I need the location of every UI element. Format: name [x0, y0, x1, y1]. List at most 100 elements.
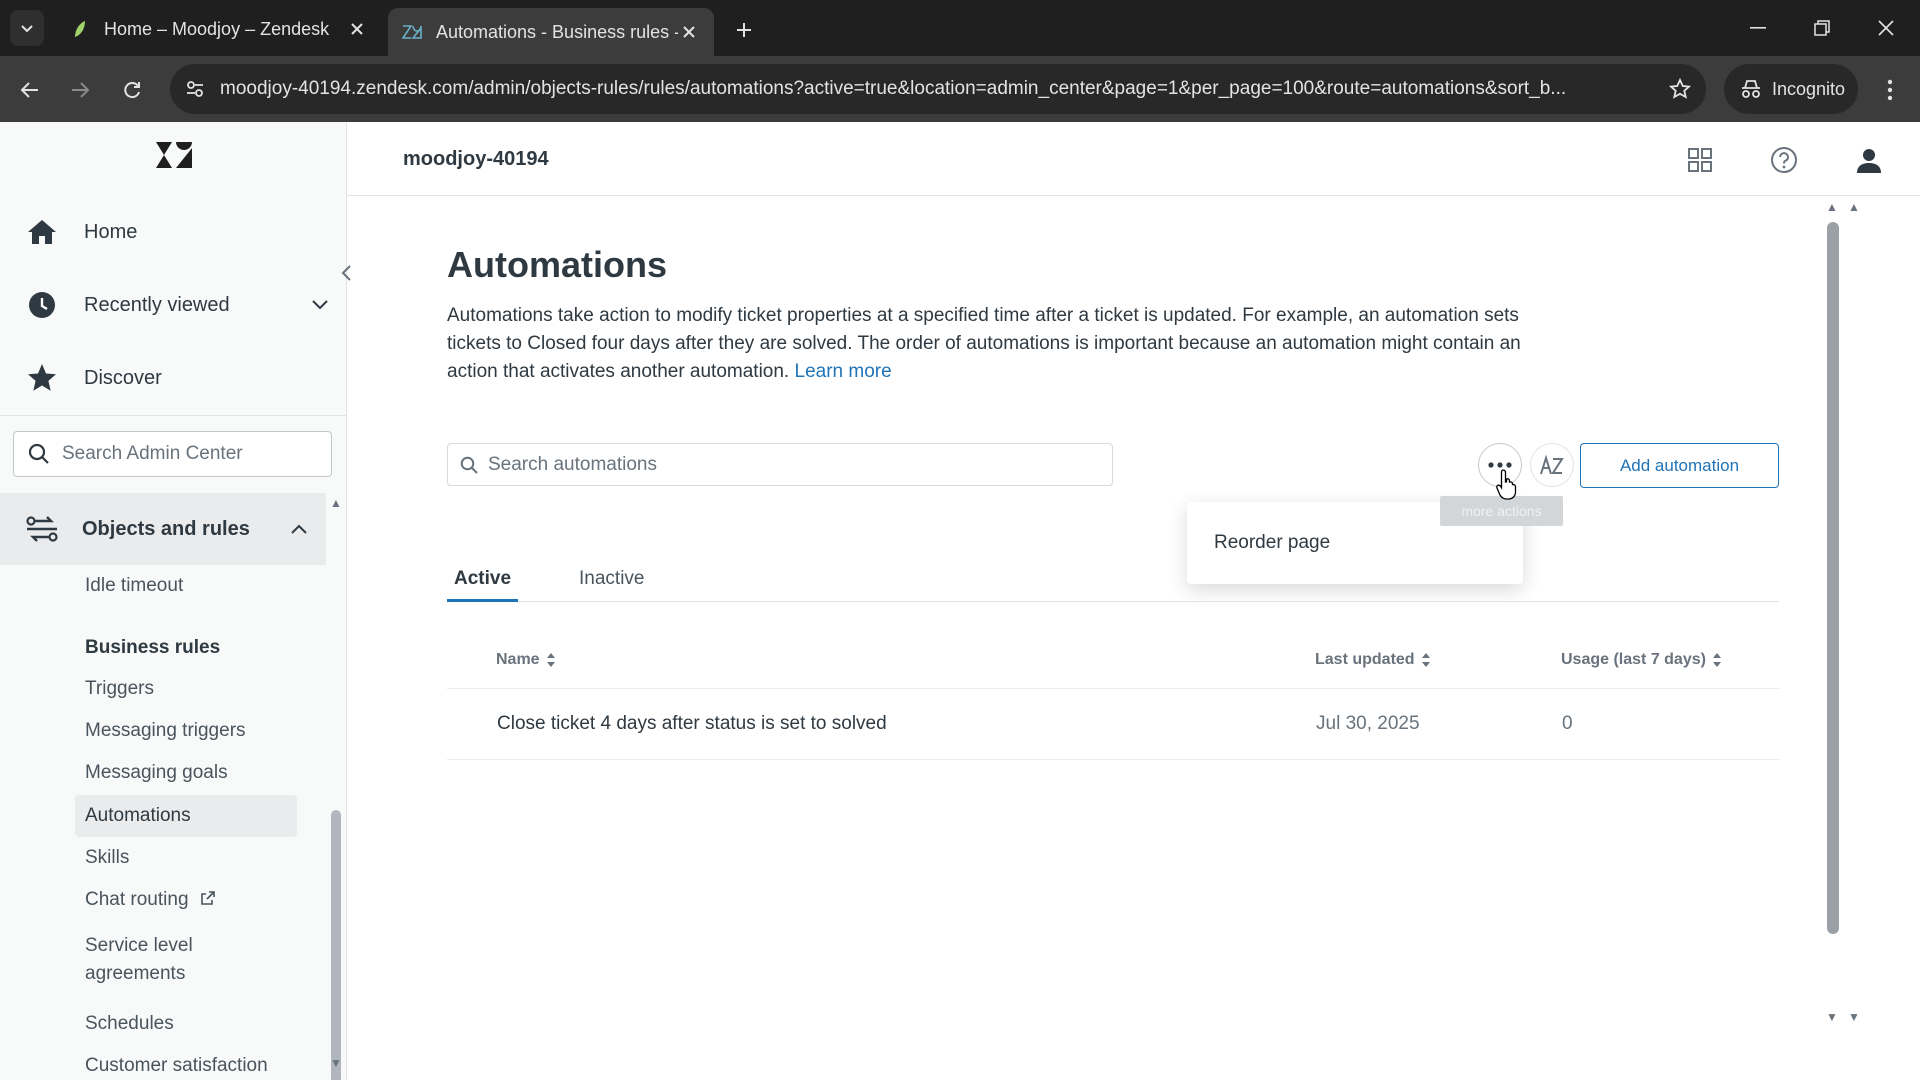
address-bar[interactable]: moodjoy-40194.zendesk.com/admin/objects-… — [170, 64, 1706, 114]
column-label: Usage (last 7 days) — [1561, 651, 1706, 668]
url-text[interactable]: moodjoy-40194.zendesk.com/admin/objects-… — [220, 78, 1654, 100]
column-label: Last updated — [1315, 651, 1415, 668]
sidebar-item-idle-timeout[interactable]: Idle timeout — [85, 575, 183, 597]
page-description: Automations take action to modify ticket… — [447, 302, 1527, 386]
sort-az-icon — [1540, 454, 1564, 475]
more-vertical-icon — [1887, 79, 1893, 101]
search-placeholder: Search Admin Center — [62, 443, 243, 464]
home-icon — [26, 216, 58, 248]
automation-name-link[interactable]: Close ticket 4 days after status is set … — [497, 713, 887, 735]
scroll-down-arrow-icon[interactable]: ▼ — [330, 1056, 342, 1070]
external-link-icon — [200, 891, 215, 905]
sidebar-item-customer-satisfaction[interactable]: Customer satisfaction — [85, 1055, 268, 1077]
learn-more-link[interactable]: Learn more — [795, 361, 892, 382]
browser-menu-button[interactable] — [1872, 72, 1908, 108]
add-automation-button[interactable]: Add automation — [1580, 443, 1779, 488]
zendesk-leaf-icon — [70, 19, 90, 39]
hand-cursor-icon — [1496, 468, 1520, 505]
sidebar-item-discover[interactable]: Discover — [0, 342, 347, 414]
user-avatar-icon[interactable] — [1853, 144, 1885, 176]
arrow-left-icon — [20, 82, 38, 98]
column-header-last-updated[interactable]: Last updated — [1315, 651, 1431, 669]
search-icon — [460, 456, 478, 474]
restore-icon — [1814, 20, 1830, 36]
scroll-up-arrow-icon[interactable]: ▲ — [1826, 200, 1838, 214]
back-button[interactable] — [12, 72, 48, 108]
browser-tab-home[interactable]: Home – Moodjoy – Zendesk — [56, 8, 382, 50]
admin-search-input[interactable]: Search Admin Center — [13, 431, 332, 477]
sidebar-item-automations[interactable]: Automations — [75, 795, 297, 837]
minimize-button[interactable] — [1726, 0, 1790, 56]
chevron-up-icon — [290, 518, 308, 541]
sidebar-item-service-level-agreements[interactable]: Service level agreements — [85, 932, 285, 988]
star-icon — [26, 362, 58, 394]
chevron-down-icon — [21, 25, 33, 33]
tab-inactive[interactable]: Inactive — [579, 568, 644, 602]
objects-rules-icon — [24, 511, 60, 547]
main-scrollbar[interactable] — [1827, 222, 1839, 934]
sidebar-item-label: Home — [84, 220, 138, 243]
sidebar-item-skills[interactable]: Skills — [85, 847, 129, 869]
chevron-down-icon — [311, 294, 329, 317]
sidebar-item-chat-routing[interactable]: Chat routing — [85, 889, 216, 911]
sidebar-item-triggers[interactable]: Triggers — [85, 678, 154, 700]
search-placeholder: Search automations — [488, 453, 657, 475]
menu-item-reorder-page[interactable]: Reorder page — [1214, 532, 1330, 554]
sidebar-item-messaging-goals[interactable]: Messaging goals — [85, 762, 228, 784]
sort-icon — [1712, 653, 1721, 667]
usage-cell: 0 — [1562, 713, 1573, 734]
bookmark-star-icon[interactable] — [1654, 78, 1706, 100]
sidebar-item-schedules[interactable]: Schedules — [85, 1013, 174, 1035]
clock-icon — [26, 289, 58, 321]
sidebar-item-home[interactable]: Home — [0, 196, 347, 268]
reload-button[interactable] — [114, 72, 150, 108]
close-icon[interactable] — [678, 21, 700, 43]
scroll-up-arrow-icon[interactable]: ▲ — [1848, 200, 1860, 214]
close-icon[interactable] — [346, 18, 368, 40]
scroll-down-arrow-icon[interactable]: ▼ — [1826, 1010, 1838, 1024]
browser-tab-automations[interactable]: Automations - Business rules - — [388, 8, 714, 56]
zendesk-logo[interactable] — [154, 140, 194, 177]
admin-sidebar: Home Recently viewed Discover Search Adm… — [0, 122, 351, 1080]
site-settings-icon[interactable] — [170, 79, 220, 99]
page-title: Automations — [447, 244, 667, 285]
help-icon[interactable] — [1768, 144, 1800, 176]
minimize-icon — [1750, 27, 1766, 29]
restore-button[interactable] — [1790, 0, 1854, 56]
admin-top-bar: moodjoy-40194 — [347, 122, 1920, 196]
window-close-button[interactable] — [1854, 0, 1918, 56]
sidebar-item-label: Discover — [84, 366, 162, 389]
incognito-indicator[interactable]: Incognito — [1724, 64, 1858, 114]
scroll-down-arrow-icon[interactable]: ▼ — [1848, 1010, 1860, 1024]
sidebar-item-recently-viewed[interactable]: Recently viewed — [0, 269, 347, 341]
sidebar-group-business-rules: Business rules — [85, 637, 221, 658]
sidebar-item-label: Recently viewed — [84, 293, 230, 316]
column-header-usage[interactable]: Usage (last 7 days) — [1561, 651, 1722, 669]
description-text: Automations take action to modify ticket… — [447, 305, 1521, 382]
forward-button[interactable] — [62, 72, 98, 108]
arrow-right-icon — [72, 82, 90, 98]
sort-az-button[interactable] — [1530, 443, 1574, 487]
automation-tabs: Active Inactive — [447, 562, 1779, 602]
sidebar-scrollbar[interactable] — [331, 810, 341, 1080]
plus-icon — [737, 23, 751, 37]
incognito-label: Incognito — [1772, 78, 1846, 99]
reload-icon — [124, 82, 140, 99]
search-icon — [28, 443, 49, 464]
scroll-up-arrow-icon[interactable]: ▲ — [330, 496, 342, 510]
products-grid-icon[interactable] — [1684, 144, 1716, 176]
new-tab-button[interactable] — [728, 14, 760, 46]
search-automations-input[interactable]: Search automations — [447, 443, 1113, 486]
table-row[interactable]: Close ticket 4 days after status is set … — [447, 688, 1779, 760]
tab-active[interactable]: Active — [447, 568, 519, 602]
incognito-icon — [1742, 80, 1760, 98]
sidebar-item-messaging-triggers[interactable]: Messaging triggers — [85, 720, 246, 742]
account-name: moodjoy-40194 — [403, 148, 549, 170]
column-header-name[interactable]: Name — [496, 651, 556, 669]
tab-search-button[interactable] — [10, 10, 44, 46]
sort-icon — [1421, 653, 1430, 667]
column-label: Name — [496, 651, 540, 668]
tab-title: Automations - Business rules - — [436, 21, 678, 42]
sidebar-section-objects-and-rules[interactable]: Objects and rules — [0, 493, 326, 565]
sort-icon — [546, 653, 555, 667]
